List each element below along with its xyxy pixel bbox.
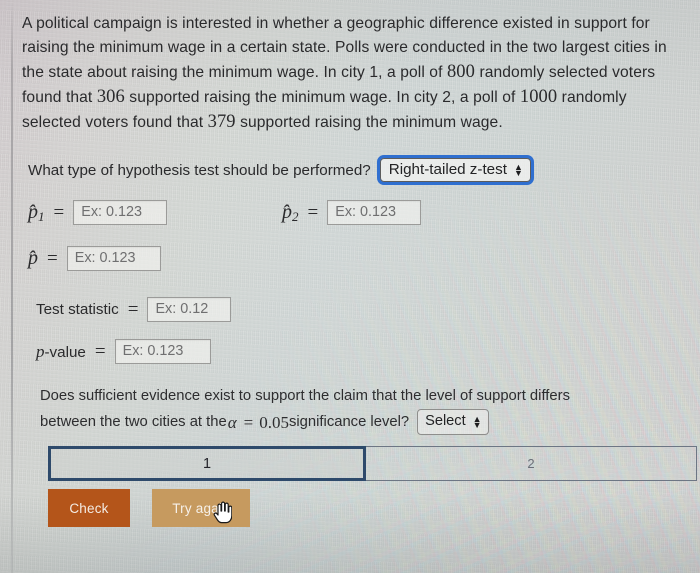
p2-symbol: p̂2 <box>282 200 299 224</box>
alpha-value: 0.05 <box>259 412 289 432</box>
problem-number: 800 <box>446 62 476 82</box>
test-statistic-row: Test statistic = Ex: 0.12 <box>36 297 232 322</box>
test-type-question: What type of hypothesis test should be p… <box>28 161 371 179</box>
test-type-row: What type of hypothesis test should be p… <box>28 155 534 185</box>
hypothesis-test-select[interactable]: Right-tailed z-test ▲ ▼ <box>376 155 534 185</box>
tab-step-2[interactable]: 2 <box>366 446 697 481</box>
test-statistic-equals: = <box>127 298 139 320</box>
alpha-symbol: α <box>227 412 237 432</box>
step-tabs: 1 2 <box>48 446 697 481</box>
p-pooled-input[interactable]: Ex: 0.123 <box>66 246 161 271</box>
p2-input[interactable]: Ex: 0.123 <box>327 200 422 225</box>
p-value-label-italic: p <box>36 341 45 361</box>
p-pooled-equals: = <box>47 247 58 269</box>
problem-text: supported raising the minimum wage. In c… <box>124 89 520 106</box>
conclusion-select-value: Select <box>425 413 466 429</box>
p1-subscript: 1 <box>38 208 45 224</box>
conclusion-line-2-post: significance level? <box>289 413 410 430</box>
alpha-equals: = <box>243 412 254 432</box>
p-value-row: p-value = Ex: 0.123 <box>36 339 211 364</box>
photographed-screen: A political campaign is interested in wh… <box>0 0 700 573</box>
tab-step-1-label: 1 <box>202 455 212 472</box>
p-pooled-row: p̂ = Ex: 0.123 <box>28 246 161 271</box>
panel-edge-line <box>11 0 13 573</box>
p-value-input[interactable]: Ex: 0.123 <box>114 339 211 364</box>
p1-input[interactable]: Ex: 0.123 <box>73 200 168 225</box>
test-statistic-label: Test statistic <box>36 301 119 318</box>
p2-equals: = <box>307 201 319 223</box>
p-value-label-rest: -value <box>44 343 86 361</box>
conclusion-line-1: Does sufficient evidence exist to suppor… <box>40 388 570 404</box>
hypothesis-test-select-value: Right-tailed z-test <box>388 161 507 178</box>
p2-row: p̂2 = Ex: 0.123 <box>282 200 422 225</box>
problem-statement: A political campaign is interested in wh… <box>22 12 682 135</box>
p1-symbol: p̂1 <box>28 200 45 224</box>
p1-row: p̂1 = Ex: 0.123 <box>28 200 168 225</box>
problem-text: supported raising the minimum wage. <box>235 114 503 131</box>
tab-step-1[interactable]: 1 <box>48 446 366 481</box>
p-pooled-symbol: p̂ <box>28 247 38 269</box>
try-again-button[interactable]: Try again <box>152 489 250 527</box>
p1-equals: = <box>53 201 65 223</box>
problem-number: 306 <box>96 87 125 107</box>
conclusion-question: Does sufficient evidence exist to suppor… <box>40 386 680 435</box>
p-value-equals: = <box>94 340 106 362</box>
chevron-updown-icon: ▲ ▼ <box>472 413 482 430</box>
check-button-label: Check <box>69 500 109 516</box>
check-button[interactable]: Check <box>48 489 130 527</box>
conclusion-select[interactable]: Select ▲ ▼ <box>417 409 489 435</box>
action-buttons: Check Try again <box>48 489 250 527</box>
p2-subscript: 2 <box>292 208 299 224</box>
problem-number: 379 <box>207 112 236 132</box>
p-value-label: p-value <box>36 342 86 362</box>
chevron-updown-icon: ▲ ▼ <box>513 161 523 178</box>
test-statistic-input[interactable]: Ex: 0.12 <box>147 297 232 322</box>
conclusion-line-2-pre: between the two cities at the <box>40 413 227 430</box>
tab-step-2-label: 2 <box>527 456 535 471</box>
conclusion-line-2: between the two cities at the α = 0.05 s… <box>40 409 680 435</box>
problem-number: 1000 <box>519 87 558 107</box>
try-again-button-label: Try again <box>172 500 230 516</box>
